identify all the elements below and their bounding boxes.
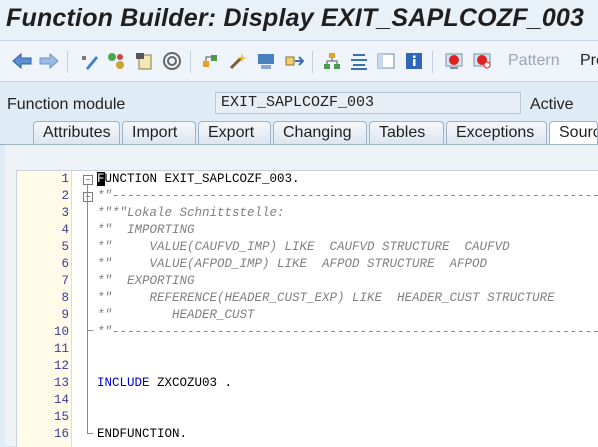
code-line[interactable]: 11	[17, 341, 598, 358]
line-number: 10	[53, 325, 69, 339]
tab-export[interactable]: Export	[198, 121, 271, 145]
line-number: 5	[61, 240, 69, 254]
tab-changing[interactable]: Changing	[273, 121, 367, 145]
title-bar: Function Builder: Display EXIT_SAPLCOZF_…	[0, 0, 598, 41]
line-number: 6	[61, 257, 69, 271]
toolbar-separator	[67, 51, 68, 73]
tab-exceptions[interactable]: Exceptions	[446, 121, 547, 145]
display-change-icon[interactable]	[79, 51, 99, 71]
code-line[interactable]: 6 *" VALUE(AFPOD_IMP) LIKE AFPOD STRUCTUR…	[17, 256, 598, 273]
function-module-field[interactable]: EXIT_SAPLCOZF_003	[215, 92, 521, 114]
hierarchy-icon[interactable]	[322, 51, 342, 71]
line-number: 1	[61, 172, 69, 186]
code-line[interactable]: 7 *" EXPORTING	[17, 273, 598, 290]
code-line[interactable]: 15	[17, 409, 598, 426]
code-line[interactable]: 4 *" IMPORTING	[17, 222, 598, 239]
code-line[interactable]: 16 ENDFUNCTION.	[17, 426, 598, 443]
line-number: 2	[61, 189, 69, 203]
code-line[interactable]: 8 *" REFERENCE(HEADER_CUST_EXP) LIKE HEAD…	[17, 290, 598, 307]
navigation-icon[interactable]	[284, 51, 304, 71]
code-text: *"*"Lokale Schnittstelle:	[97, 206, 285, 220]
code-text: *" IMPORTING	[97, 223, 195, 237]
function-module-row: Function module EXIT_SAPLCOZF_003 Active	[0, 90, 598, 118]
code-text: INCLUDE ZXCOZU03 .	[97, 376, 233, 390]
code-text: *" EXPORTING	[97, 274, 195, 288]
test-icon[interactable]	[256, 51, 276, 71]
code-line[interactable]: 12	[17, 358, 598, 375]
toolbar-separator	[432, 51, 433, 73]
line-number: 3	[61, 206, 69, 220]
line-number: 11	[53, 342, 69, 356]
info-icon[interactable]	[404, 51, 424, 71]
line-number: 14	[53, 393, 69, 407]
code-line[interactable]: 9 *" HEADER_CUST	[17, 307, 598, 324]
line-number: 13	[53, 376, 69, 390]
code-text: *" VALUE(CAUFVD_IMP) LIKE CAUFVD STRUCTU…	[97, 240, 510, 254]
code-text: *" REFERENCE(HEADER_CUST_EXP) LIKE HEADE…	[97, 291, 555, 305]
breakpoint-icon[interactable]	[444, 51, 464, 71]
activate-icon[interactable]	[228, 51, 248, 71]
code-line[interactable]: 14	[17, 392, 598, 409]
code-text: ENDFUNCTION.	[97, 427, 188, 441]
tab-import[interactable]: Import	[122, 121, 196, 145]
line-number: 16	[53, 427, 69, 441]
window-title: Function Builder: Display EXIT_SAPLCOZF_…	[6, 4, 585, 32]
forward-arrow-icon[interactable]	[39, 51, 59, 71]
line-number: 12	[53, 359, 69, 373]
active-inactive-icon[interactable]	[106, 51, 126, 71]
code-line[interactable]: 10 *"------------------------------------…	[17, 324, 598, 341]
check-icon[interactable]	[200, 51, 220, 71]
line-number: 9	[61, 308, 69, 322]
session-breakpoint-icon[interactable]	[472, 51, 492, 71]
line-number: 8	[61, 291, 69, 305]
line-number: 4	[61, 223, 69, 237]
code-text: *"--------------------------------------…	[97, 325, 598, 339]
back-arrow-icon[interactable]	[12, 51, 32, 71]
code-text: *"--------------------------------------…	[97, 189, 598, 203]
pretty-printer-button[interactable]: Pre	[580, 52, 598, 70]
pattern-button[interactable]: Pattern	[508, 52, 560, 70]
status-text: Active	[530, 96, 574, 113]
tab-tables[interactable]: Tables	[369, 121, 444, 145]
tab-strip: Attributes Import Export Changing Tables…	[0, 118, 598, 145]
toolbar-separator	[190, 51, 191, 73]
code-text: *" VALUE(AFPOD_IMP) LIKE AFPOD STRUCTURE…	[97, 257, 488, 271]
tab-source-code[interactable]: Source code	[549, 121, 598, 145]
other-object-icon[interactable]	[134, 51, 154, 71]
toolbar-separator	[312, 51, 313, 73]
code-line[interactable]: 5 *" VALUE(CAUFVD_IMP) LIKE CAUFVD STRUCT…	[17, 239, 598, 256]
code-line[interactable]: 13 INCLUDE ZXCOZU03 .	[17, 375, 598, 392]
code-text: *" HEADER_CUST	[97, 308, 255, 322]
code-line[interactable]: 1 FUNCTION EXIT_SAPLCOZF_003.	[17, 171, 598, 188]
code-line[interactable]: 2 *"-------------------------------------…	[17, 188, 598, 205]
function-module-label: Function module	[7, 96, 126, 113]
abap-editor[interactable]: −− 1FUNCTION EXIT_SAPLCOZF_003.2*"------…	[16, 170, 598, 447]
code-line[interactable]: 3 *"*"Lokale Schnittstelle:	[17, 205, 598, 222]
line-number: 7	[61, 274, 69, 288]
application-toolbar: Pattern Pre	[0, 41, 598, 82]
code-text: FUNCTION EXIT_SAPLCOZF_003.	[97, 172, 300, 186]
display-object-list-icon[interactable]	[376, 51, 396, 71]
line-number: 15	[53, 410, 69, 424]
tab-attributes[interactable]: Attributes	[33, 121, 120, 145]
where-used-icon[interactable]	[162, 51, 182, 71]
pretty-printer-icon[interactable]	[349, 51, 369, 71]
